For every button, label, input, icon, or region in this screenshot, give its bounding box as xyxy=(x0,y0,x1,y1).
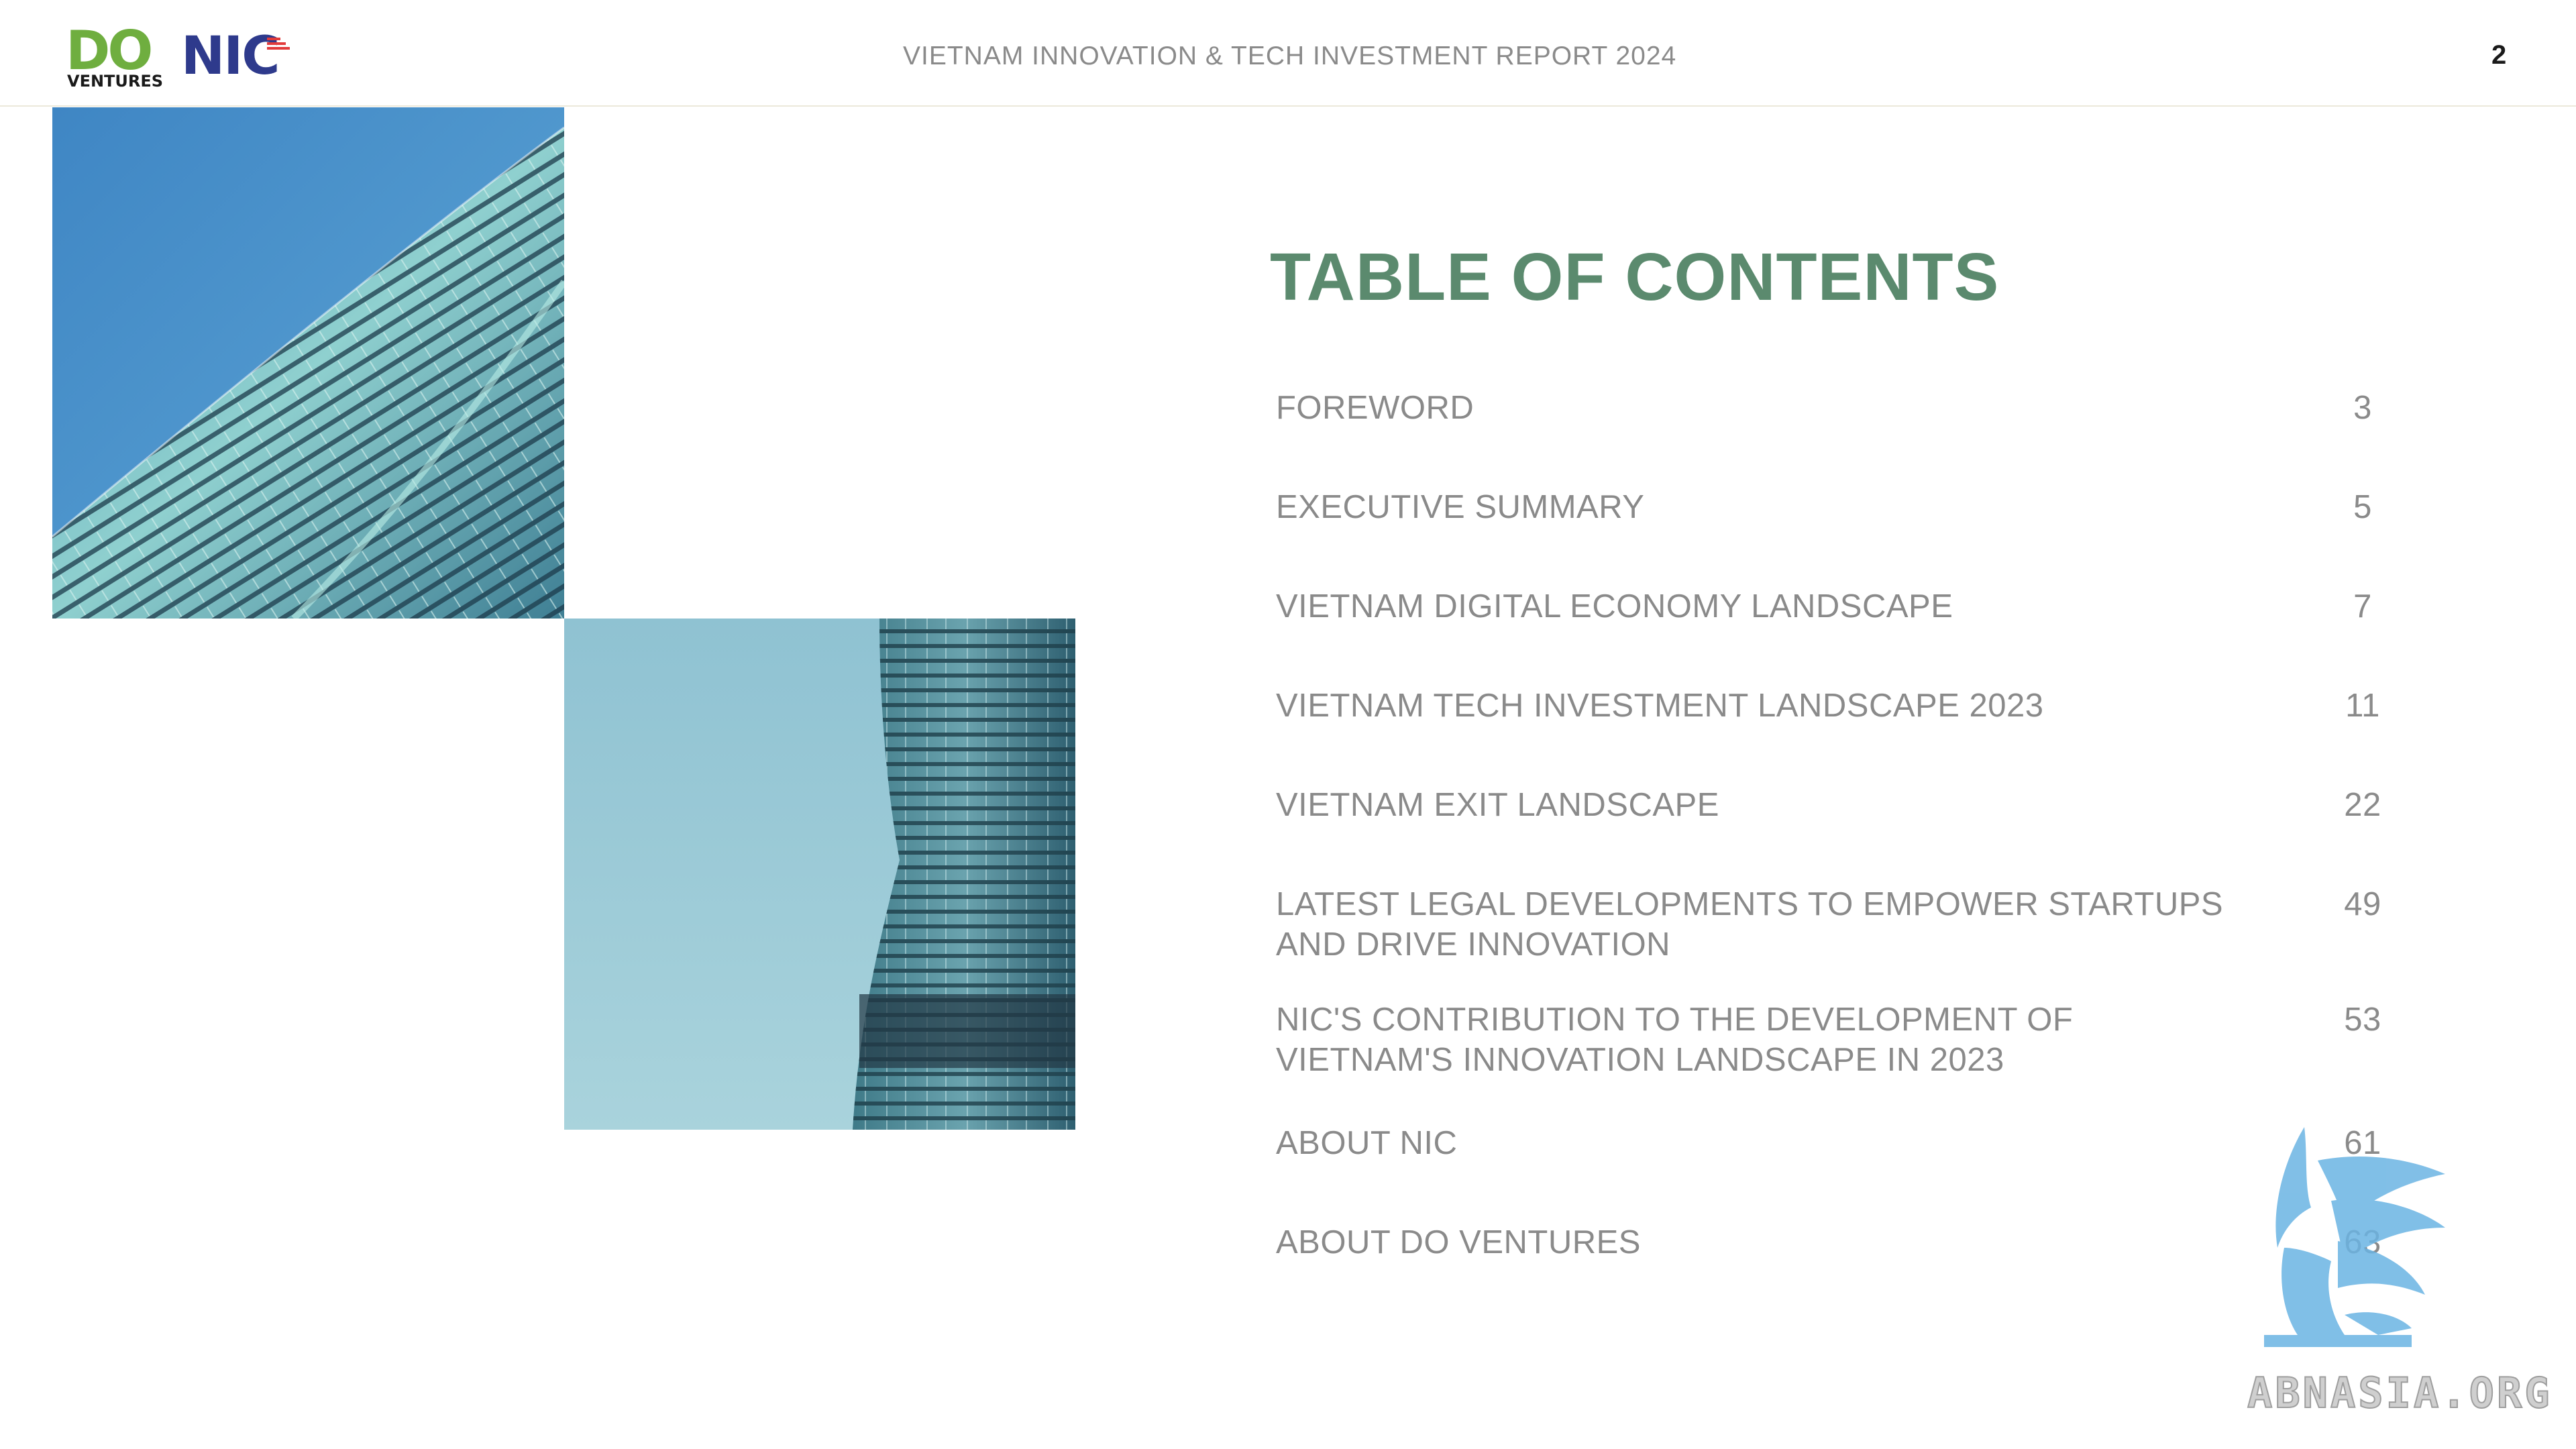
toc-item-page: 22 xyxy=(2344,787,2381,823)
toc-title: TABLE OF CONTENTS xyxy=(1270,239,2000,315)
toc-item-label: ABOUT NIC xyxy=(1276,1125,1458,1161)
toc-item-label: VIETNAM EXIT LANDSCAPE xyxy=(1276,787,1719,823)
flag-stripes-icon xyxy=(267,38,290,58)
skyscraper-photo-top xyxy=(52,107,564,619)
toc-item-page: 5 xyxy=(2353,489,2372,525)
toc-item-label: LATEST LEGAL DEVELOPMENTS TO EMPOWER STA… xyxy=(1276,886,2224,963)
report-title: VIETNAM INNOVATION & TECH INVESTMENT REP… xyxy=(903,42,1677,70)
toc-item-label: ABOUT DO VENTURES xyxy=(1276,1224,1641,1260)
do-logo-text: DO xyxy=(66,19,153,82)
toc-item-label: NIC'S CONTRIBUTION TO THE DEVELOPMENT OF… xyxy=(1276,1002,2074,1078)
toc-item-page: 7 xyxy=(2353,588,2372,625)
watermark-text: ABNASIA.ORG xyxy=(2247,1368,2553,1418)
toc-item-page: 49 xyxy=(2344,886,2381,922)
toc-item-label: FOREWORD xyxy=(1276,390,1474,426)
toc-item-label: EXECUTIVE SUMMARY xyxy=(1276,489,1645,525)
toc-item-label: VIETNAM TECH INVESTMENT LANDSCAPE 2023 xyxy=(1276,688,2044,724)
nic-logo-text: NIC xyxy=(181,26,280,87)
toc-item-page: 53 xyxy=(2344,1002,2381,1038)
ventures-logo-text: VENTURES xyxy=(67,72,164,91)
page-header: DO VENTURES NIC VIETNAM INNOVATION & TEC… xyxy=(0,0,2576,107)
skyscraper-photo-bottom xyxy=(564,619,1075,1130)
do-ventures-logo: DO VENTURES xyxy=(66,24,163,91)
toc-item-label: VIETNAM DIGITAL ECONOMY LANDSCAPE xyxy=(1276,588,1953,625)
toc-item-page: 11 xyxy=(2345,688,2380,724)
toc-item-page: 3 xyxy=(2353,390,2372,426)
page-number: 2 xyxy=(2491,40,2507,70)
nic-logo: NIC xyxy=(181,30,295,83)
